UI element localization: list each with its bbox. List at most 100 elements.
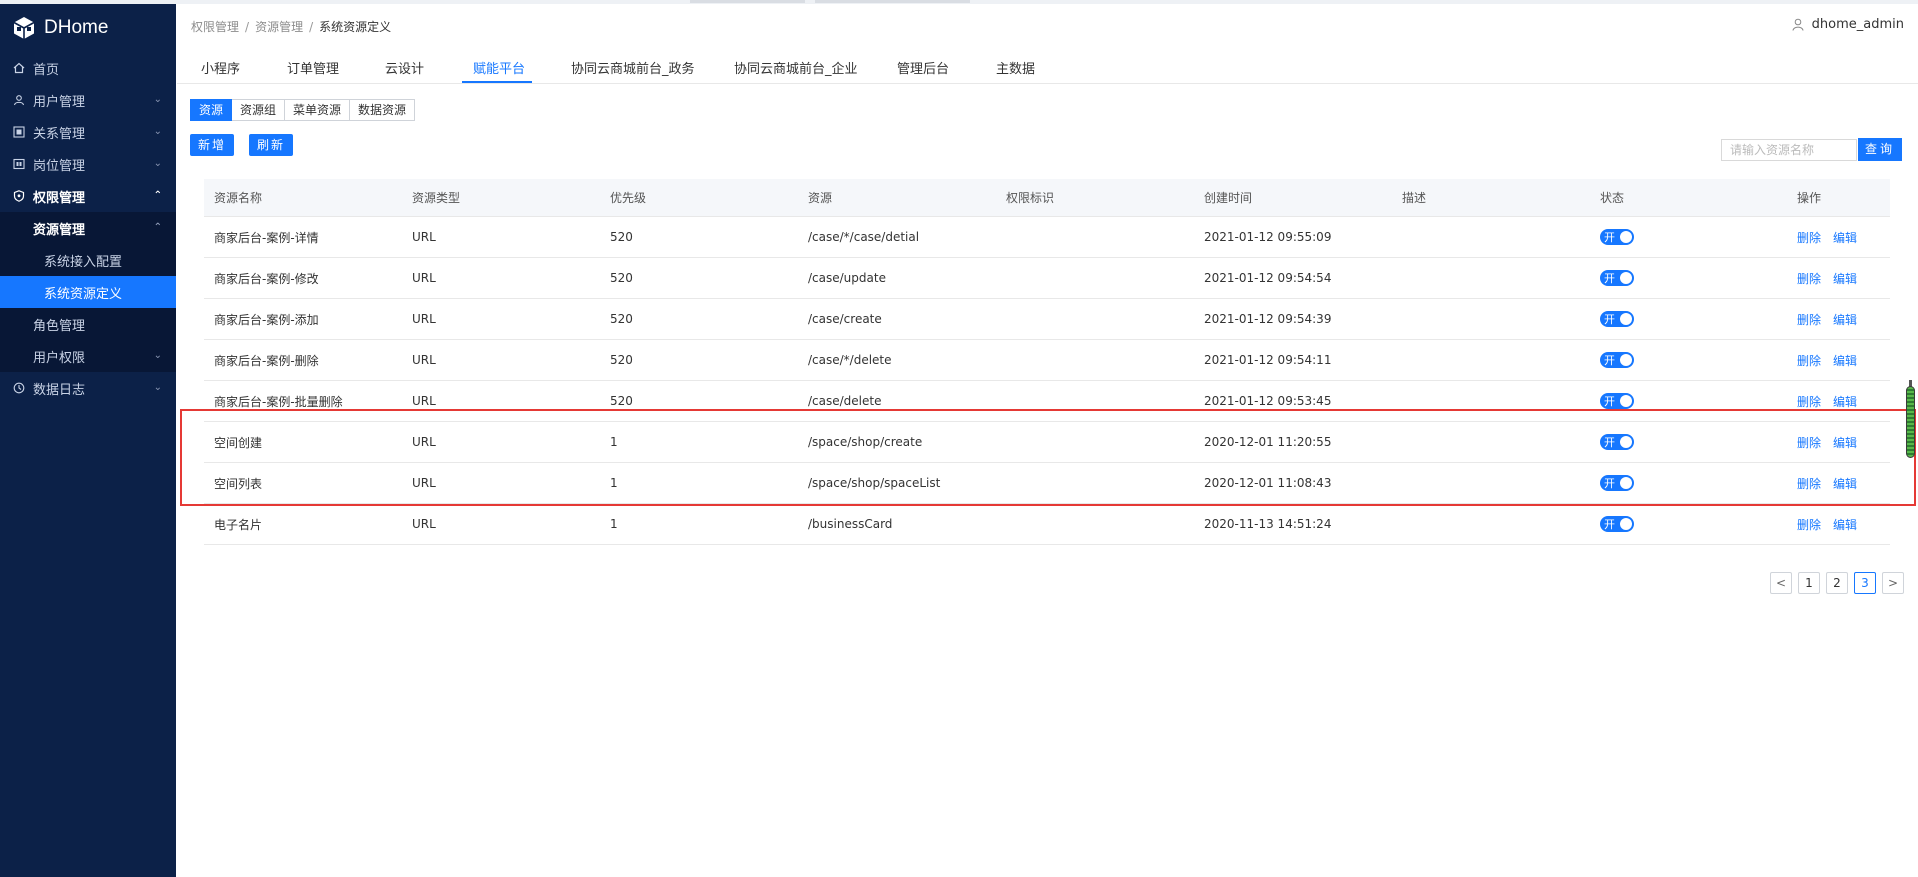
cell-actions: 删除 编辑 xyxy=(1797,381,1857,421)
edit-link[interactable]: 编辑 xyxy=(1833,434,1857,451)
column-header: 权限标识 xyxy=(1006,191,1055,205)
page-button[interactable]: 1 xyxy=(1798,572,1820,594)
tab-mall-enterprise[interactable]: 协同云商城前台_企业 xyxy=(734,58,858,77)
sidebar-item-data-log[interactable]: 数据日志 ⌄ xyxy=(0,372,176,404)
breadcrumb-item[interactable]: 权限管理 xyxy=(191,20,239,34)
cell-type: URL xyxy=(412,353,436,367)
cell-type: URL xyxy=(412,230,436,244)
edit-link[interactable]: 编辑 xyxy=(1833,311,1857,328)
status-toggle[interactable]: 开 xyxy=(1600,311,1634,327)
column-header: 创建时间 xyxy=(1204,191,1253,205)
tab-admin-backend[interactable]: 管理后台 xyxy=(897,58,949,77)
toggle-label: 开 xyxy=(1604,231,1615,244)
edit-link[interactable]: 编辑 xyxy=(1833,352,1857,369)
segment-menu-resource[interactable]: 菜单资源 xyxy=(285,99,351,121)
browser-tab[interactable] xyxy=(690,0,805,3)
delete-link[interactable]: 删除 xyxy=(1797,311,1821,328)
user-menu[interactable]: dhome_admin xyxy=(1792,17,1904,32)
delete-link[interactable]: 删除 xyxy=(1797,352,1821,369)
tab-cloud-design[interactable]: 云设计 xyxy=(385,58,424,77)
sidebar-item-label: 资源管理 xyxy=(33,222,86,238)
cell-resource: /case/create xyxy=(808,312,882,326)
table-row: 商家后台-案例-添加 URL 520/case/create 2021-01-12 0… xyxy=(204,299,1890,340)
segment-data-resource[interactable]: 数据资源 xyxy=(350,99,416,121)
delete-link[interactable]: 删除 xyxy=(1797,229,1821,246)
cell-name: 电子名片 xyxy=(214,517,263,532)
status-toggle[interactable]: 开 xyxy=(1600,352,1634,368)
edit-link[interactable]: 编辑 xyxy=(1833,475,1857,492)
edit-link[interactable]: 编辑 xyxy=(1833,516,1857,533)
segment-resource[interactable]: 资源 xyxy=(190,99,233,121)
table-row: 空间创建 URL 1/space/shop/create 2020-12-01 11:… xyxy=(204,422,1890,463)
chevron-down-icon: ⌄ xyxy=(153,126,162,137)
prev-page-button[interactable]: < xyxy=(1770,572,1792,594)
tab-mini-program[interactable]: 小程序 xyxy=(201,58,240,77)
cell-resource: /case/*/case/detial xyxy=(808,230,920,244)
page-button-current[interactable]: 3 xyxy=(1854,572,1876,594)
sidebar-item-permission-management[interactable]: 权限管理 ⌃ xyxy=(0,180,176,212)
delete-link[interactable]: 删除 xyxy=(1797,434,1821,451)
cell-created: 2020-11-13 14:51:24 xyxy=(1204,517,1332,531)
sidebar-item-position-management[interactable]: 岗位管理 ⌄ xyxy=(0,148,176,180)
refresh-button[interactable]: 刷新 xyxy=(249,134,294,156)
next-page-button[interactable]: > xyxy=(1882,572,1904,594)
submenu-permission: 资源管理 ⌃ 系统接入配置 系统资源定义 角色管理 用户权限 ⌄ xyxy=(0,212,176,372)
sidebar-item-resource-management[interactable]: 资源管理 ⌃ xyxy=(0,212,176,244)
cell-actions: 删除 编辑 xyxy=(1797,258,1857,298)
app-logo[interactable]: DHome xyxy=(0,4,176,52)
sidebar-item-home[interactable]: 首页 xyxy=(0,52,176,84)
cell-actions: 删除 编辑 xyxy=(1797,504,1857,544)
position-icon xyxy=(13,158,25,170)
table-header: 资源名称 资源类型 优先级 资源 权限标识 创建时间 描述 状态 操作 xyxy=(204,179,1890,217)
delete-link[interactable]: 删除 xyxy=(1797,516,1821,533)
tab-empowerment-platform[interactable]: 赋能平台 xyxy=(473,58,525,77)
cell-priority: 1 xyxy=(610,476,618,490)
sidebar-item-system-access-config[interactable]: 系统接入配置 xyxy=(0,244,176,276)
search-button[interactable]: 查询 xyxy=(1858,138,1902,161)
sidebar-item-user-permission[interactable]: 用户权限 ⌄ xyxy=(0,340,176,372)
status-toggle[interactable]: 开 xyxy=(1600,270,1634,286)
status-toggle[interactable]: 开 xyxy=(1600,393,1634,409)
sidebar-item-system-resource-definition[interactable]: 系统资源定义 xyxy=(0,276,176,308)
sidebar-item-label: 系统接入配置 xyxy=(44,254,123,270)
browser-tab[interactable] xyxy=(815,0,970,3)
cell-resource: /businessCard xyxy=(808,517,893,531)
chevron-up-icon: ⌃ xyxy=(153,190,162,201)
status-toggle[interactable]: 开 xyxy=(1600,434,1634,450)
breadcrumb-item[interactable]: 资源管理 xyxy=(255,20,303,34)
cell-status: 开 xyxy=(1600,258,1634,298)
tab-order-management[interactable]: 订单管理 xyxy=(287,58,339,77)
cell-priority: 520 xyxy=(610,230,633,244)
delete-link[interactable]: 删除 xyxy=(1797,393,1821,410)
toggle-label: 开 xyxy=(1604,313,1615,326)
active-tab-indicator xyxy=(462,81,532,83)
delete-link[interactable]: 删除 xyxy=(1797,475,1821,492)
chevron-down-icon: ⌄ xyxy=(153,350,162,361)
toggle-knob xyxy=(1620,231,1632,243)
page-button[interactable]: 2 xyxy=(1826,572,1848,594)
relation-icon xyxy=(13,126,25,138)
column-header: 资源名称 xyxy=(214,191,263,205)
cell-type: URL xyxy=(412,394,436,408)
sidebar-item-label: 岗位管理 xyxy=(33,158,86,174)
search-input[interactable] xyxy=(1721,139,1857,161)
sidebar-item-relation-management[interactable]: 关系管理 ⌄ xyxy=(0,116,176,148)
column-header: 操作 xyxy=(1797,191,1822,205)
edit-link[interactable]: 编辑 xyxy=(1833,270,1857,287)
tab-mall-gov[interactable]: 协同云商城前台_政务 xyxy=(571,58,695,77)
sidebar-item-user-management[interactable]: 用户管理 ⌄ xyxy=(0,84,176,116)
sidebar-item-role-management[interactable]: 角色管理 xyxy=(0,308,176,340)
cell-status: 开 xyxy=(1600,422,1634,462)
delete-link[interactable]: 删除 xyxy=(1797,270,1821,287)
segment-resource-group[interactable]: 资源组 xyxy=(232,99,286,121)
add-button[interactable]: 新增 xyxy=(190,134,235,156)
edit-link[interactable]: 编辑 xyxy=(1833,229,1857,246)
cell-actions: 删除 编辑 xyxy=(1797,217,1857,257)
status-toggle[interactable]: 开 xyxy=(1600,516,1634,532)
status-toggle[interactable]: 开 xyxy=(1600,229,1634,245)
edit-link[interactable]: 编辑 xyxy=(1833,393,1857,410)
scrollbar-thumb[interactable] xyxy=(1906,386,1915,458)
breadcrumb-separator: / xyxy=(309,20,314,34)
status-toggle[interactable]: 开 xyxy=(1600,475,1634,491)
tab-master-data[interactable]: 主数据 xyxy=(996,58,1035,77)
